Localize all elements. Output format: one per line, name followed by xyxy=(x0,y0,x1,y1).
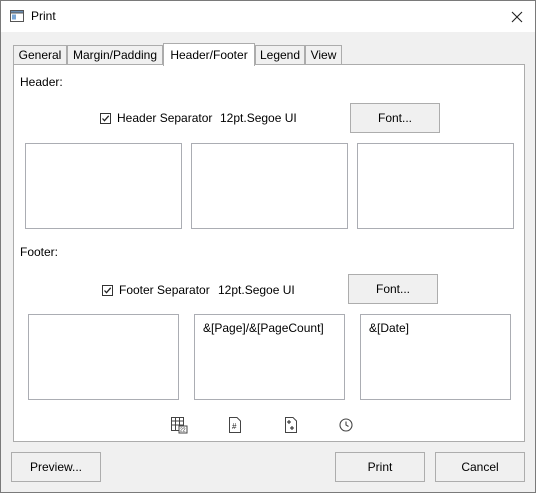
tab-view[interactable]: View xyxy=(305,45,342,64)
title-bar: Print xyxy=(1,1,535,32)
preview-button[interactable]: Preview... xyxy=(11,452,101,482)
cancel-button[interactable]: Cancel xyxy=(435,452,525,482)
print-dialog: Print General Margin/Padding Header/Foot… xyxy=(0,0,536,493)
header-separator-checkbox[interactable] xyxy=(100,113,111,124)
header-section-label: Header: xyxy=(20,75,63,89)
clock-icon[interactable] xyxy=(337,416,355,434)
page-count-icon[interactable]: 22 xyxy=(170,416,188,434)
tab-legend[interactable]: Legend xyxy=(255,45,305,64)
print-button[interactable]: Print xyxy=(335,452,425,482)
header-footer-panel: Header: Header Separator 12pt.Segoe UI F… xyxy=(13,64,525,442)
header-left-textbox[interactable] xyxy=(25,143,182,229)
window-title: Print xyxy=(31,9,56,23)
footer-section-label: Footer: xyxy=(20,245,59,259)
checkmark-icon xyxy=(102,115,110,122)
tab-margin-padding[interactable]: Margin/Padding xyxy=(67,45,163,64)
close-button[interactable] xyxy=(499,1,535,32)
footer-left-textbox[interactable] xyxy=(28,314,179,400)
header-font-description: 12pt.Segoe UI xyxy=(220,111,297,125)
svg-text:22: 22 xyxy=(180,428,186,434)
footer-separator-label: Footer Separator xyxy=(119,283,210,297)
header-font-button[interactable]: Font... xyxy=(350,103,440,133)
printer-window-icon xyxy=(10,10,24,22)
footer-font-description: 12pt.Segoe UI xyxy=(218,283,295,297)
tab-header-footer[interactable]: Header/Footer xyxy=(163,43,255,66)
footer-right-textbox[interactable]: &[Date] xyxy=(360,314,511,400)
header-right-textbox[interactable] xyxy=(357,143,514,229)
footer-font-button[interactable]: Font... xyxy=(348,274,438,304)
header-center-textbox[interactable] xyxy=(191,143,348,229)
tab-general[interactable]: General xyxy=(13,45,67,64)
svg-text:#: # xyxy=(232,422,237,431)
footer-center-textbox[interactable]: &[Page]/&[PageCount] xyxy=(194,314,345,400)
header-separator-label: Header Separator xyxy=(117,111,213,125)
checkmark-icon xyxy=(104,287,112,294)
add-page-icon[interactable] xyxy=(282,416,300,434)
footer-separator-checkbox[interactable] xyxy=(102,285,113,296)
close-icon xyxy=(511,11,523,22)
page-number-icon[interactable]: # xyxy=(226,416,244,434)
